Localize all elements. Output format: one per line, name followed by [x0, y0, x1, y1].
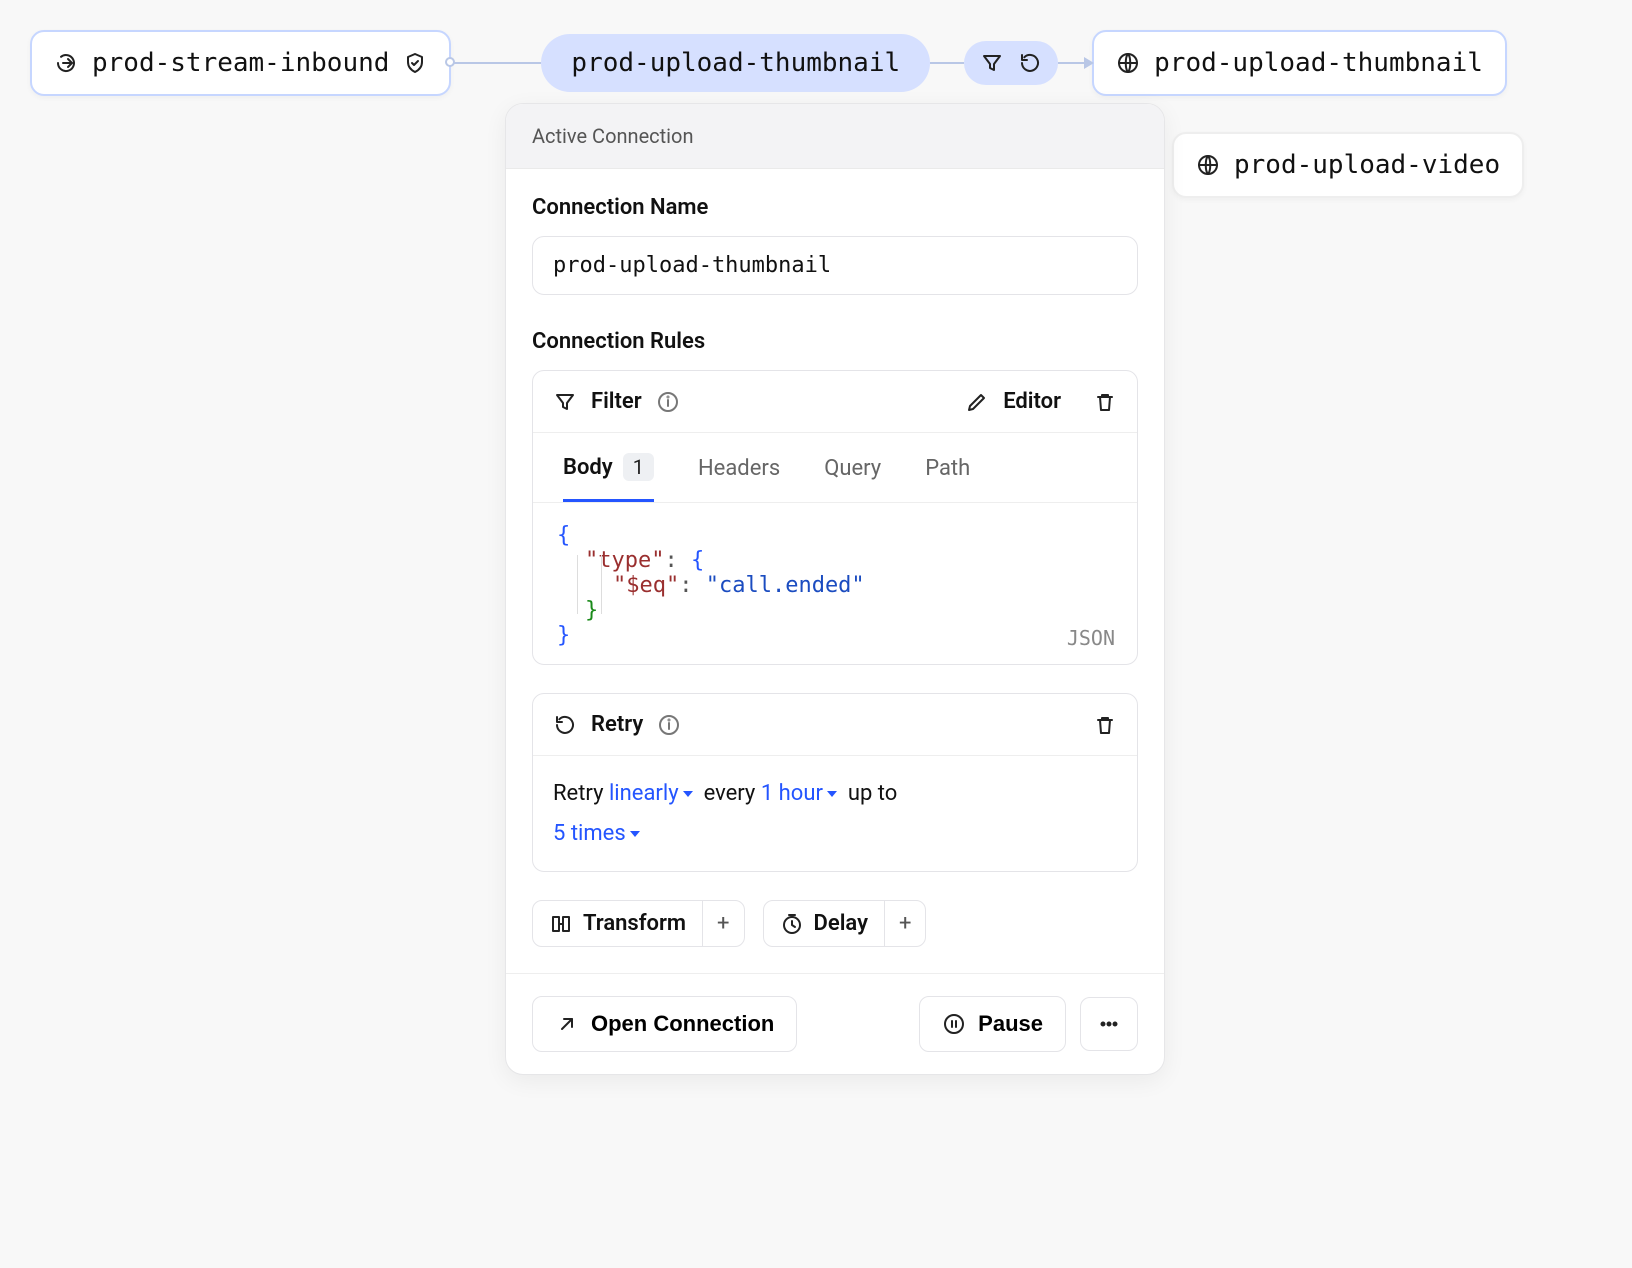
connector-1 — [451, 62, 541, 64]
transform-icon — [549, 912, 573, 936]
transform-add[interactable]: + — [702, 901, 743, 946]
retry-head: Retry — [533, 694, 1137, 755]
shield-check-icon — [403, 51, 427, 75]
pause-label: Pause — [978, 1011, 1043, 1037]
filter-head: Filter Editor — [533, 371, 1137, 432]
source-arrow-icon — [54, 51, 78, 75]
more-button[interactable] — [1080, 997, 1138, 1051]
source-node[interactable]: prod-stream-inbound — [30, 30, 451, 96]
info-icon[interactable] — [657, 713, 681, 737]
tab-body-label: Body — [563, 455, 613, 480]
retry-icon[interactable] — [1018, 51, 1042, 75]
panel-header: Active Connection — [506, 104, 1164, 169]
tab-headers[interactable]: Headers — [698, 433, 780, 502]
transform-label: Transform — [583, 911, 686, 936]
name-label: Connection Name — [532, 195, 1138, 220]
transform-chip[interactable]: Transform + — [532, 900, 745, 947]
connector-2 — [930, 62, 964, 64]
delay-chip[interactable]: Delay + — [763, 900, 927, 947]
retry-select-interval[interactable]: 1 hour — [761, 781, 837, 806]
retry-title: Retry — [591, 712, 643, 737]
filter-tabs: Body 1 Headers Query Path — [533, 432, 1137, 503]
connection-pill-label: prod-upload-thumbnail — [571, 48, 900, 78]
add-rule-chips: Transform + Delay + — [532, 900, 1138, 947]
retry-text-retry: Retry — [553, 781, 603, 806]
open-connection-label: Open Connection — [591, 1011, 774, 1037]
target-node-1[interactable]: prod-upload-thumbnail — [1092, 30, 1507, 96]
target-node-2-label: prod-upload-video — [1234, 150, 1500, 180]
tab-path[interactable]: Path — [925, 433, 970, 502]
code-val-eq: "call.ended" — [706, 573, 865, 598]
filter-icon[interactable] — [980, 51, 1004, 75]
pause-icon — [942, 1012, 966, 1036]
retry-body: Retry linearly every 1 hour up to 5 time… — [533, 755, 1137, 871]
filter-title: Filter — [591, 389, 642, 414]
retry-text-every: every — [704, 781, 756, 806]
more-icon — [1097, 1012, 1121, 1036]
rules-label: Connection Rules — [532, 329, 1138, 354]
connection-pill[interactable]: prod-upload-thumbnail — [541, 34, 930, 92]
edit-icon[interactable] — [965, 390, 989, 414]
trash-icon[interactable] — [1093, 390, 1117, 414]
target-node-1-label: prod-upload-thumbnail — [1154, 48, 1483, 78]
trash-icon[interactable] — [1093, 713, 1117, 737]
flow-row: prod-stream-inbound prod-upload-thumbnai… — [30, 30, 1602, 96]
editor-label[interactable]: Editor — [1003, 389, 1061, 414]
connection-name-input[interactable]: prod-upload-thumbnail — [532, 236, 1138, 295]
code-lang-badge: JSON — [1067, 626, 1115, 650]
filter-card: Filter Editor Body — [532, 370, 1138, 665]
retry-card: Retry Retry linearly every 1 hour up to … — [532, 693, 1138, 872]
delay-label: Delay — [814, 911, 868, 936]
clock-icon — [780, 912, 804, 936]
target-node-2[interactable]: prod-upload-video — [1172, 132, 1524, 198]
connection-panel: Active Connection Connection Name prod-u… — [505, 103, 1165, 1075]
connector-3 — [1058, 62, 1092, 64]
connection-actions-pill — [964, 41, 1058, 85]
filter-code[interactable]: { "type": { "$eq": "call.ended" } } JSON — [533, 503, 1137, 664]
panel-footer: Open Connection Pause — [506, 973, 1164, 1074]
arrow-out-icon — [555, 1012, 579, 1036]
code-key-type: "type" — [585, 548, 664, 573]
globe-icon — [1196, 153, 1220, 177]
panel-body: Connection Name prod-upload-thumbnail Co… — [506, 169, 1164, 973]
code-key-eq: "$eq" — [613, 573, 679, 598]
retry-text-upto: up to — [848, 781, 897, 806]
pause-button[interactable]: Pause — [919, 996, 1066, 1052]
source-label: prod-stream-inbound — [92, 48, 389, 78]
retry-icon — [553, 713, 577, 737]
info-icon[interactable] — [656, 390, 680, 414]
delay-add[interactable]: + — [884, 901, 925, 946]
retry-select-times[interactable]: 5 times — [553, 821, 640, 846]
retry-select-mode[interactable]: linearly — [609, 781, 693, 806]
tab-body-count: 1 — [623, 453, 654, 481]
tab-body[interactable]: Body 1 — [563, 433, 654, 502]
open-connection-button[interactable]: Open Connection — [532, 996, 797, 1052]
globe-icon — [1116, 51, 1140, 75]
tab-query[interactable]: Query — [824, 433, 881, 502]
filter-icon — [553, 390, 577, 414]
